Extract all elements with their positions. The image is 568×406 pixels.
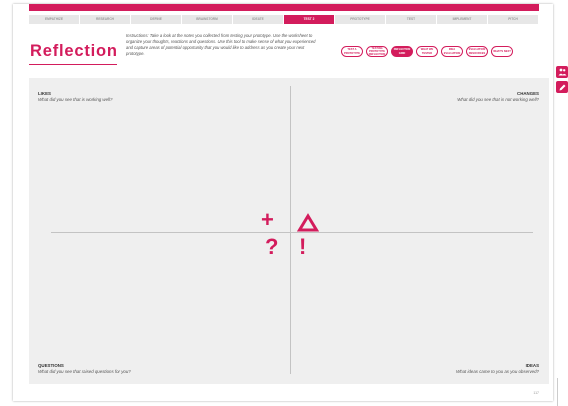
section-nav: Test a Prototype Testing Prototype Refle… — [341, 46, 513, 57]
progress-step[interactable]: Brainstorm — [182, 15, 233, 24]
page-title: Reflection — [30, 42, 118, 60]
likes-title: Likes — [38, 91, 51, 96]
side-toolbar — [556, 66, 568, 93]
vertical-axis — [290, 86, 291, 374]
likes-prompt: What did you see that is working well? — [38, 97, 113, 102]
progress-step[interactable]: Pitch — [488, 15, 539, 24]
plus-icon: + — [261, 207, 274, 232]
ideas-prompt: What ideas came to you as you observed? — [456, 369, 539, 374]
section-nav-pill[interactable]: What We Tested — [416, 46, 438, 57]
questions-prompt: What did you see that raised questions f… — [38, 369, 131, 374]
questions-title: Questions — [38, 363, 64, 368]
progress-step[interactable]: Ideate — [233, 15, 284, 24]
page-edge-line — [557, 378, 558, 406]
page-number: 117 — [533, 391, 539, 395]
progress-accent-bar — [29, 4, 539, 11]
section-nav-pill[interactable]: Idea Evaluation — [441, 46, 463, 57]
horizontal-axis — [51, 232, 533, 233]
progress-step[interactable]: Prototype — [335, 15, 386, 24]
section-nav-pill[interactable]: What's Next — [491, 46, 513, 57]
ideas-title: Ideas — [525, 363, 539, 368]
progress-step[interactable]: Implement — [437, 15, 488, 24]
instructions-text: Instructions: Take a look at the notes y… — [126, 33, 316, 56]
progress-step[interactable]: Research — [80, 15, 131, 24]
section-nav-pill[interactable]: Reflection Grid — [391, 46, 413, 57]
progress-step[interactable]: Define — [131, 15, 182, 24]
changes-prompt: What did you see that is not working wel… — [457, 97, 539, 102]
section-nav-pill[interactable]: Test a Prototype — [341, 46, 363, 57]
pencil-icon — [559, 84, 565, 90]
edit-tool-button[interactable] — [556, 81, 568, 93]
changes-title: Changes — [517, 91, 539, 96]
people-tool-button[interactable] — [556, 66, 568, 78]
progress-steps: Empathize Research Define Brainstorm Ide… — [29, 15, 539, 24]
title-underline — [29, 64, 117, 65]
progress-step[interactable]: Test — [386, 15, 437, 24]
reflection-grid[interactable]: Likes What did you see that is working w… — [29, 78, 549, 384]
progress-bar: Empathize Research Define Brainstorm Ide… — [29, 4, 539, 24]
section-nav-pill[interactable]: Evaluation Resources — [466, 46, 488, 57]
worksheet-page: Empathize Research Define Brainstorm Ide… — [13, 4, 553, 401]
delta-icon — [297, 213, 319, 232]
exclamation-icon: ! — [299, 234, 307, 259]
progress-step[interactable]: Empathize — [29, 15, 80, 24]
progress-step[interactable]: Test 2 — [284, 15, 335, 24]
question-icon: ? — [265, 234, 279, 259]
people-icon — [558, 68, 566, 76]
section-nav-pill[interactable]: Testing Prototype Reflection — [366, 46, 388, 57]
